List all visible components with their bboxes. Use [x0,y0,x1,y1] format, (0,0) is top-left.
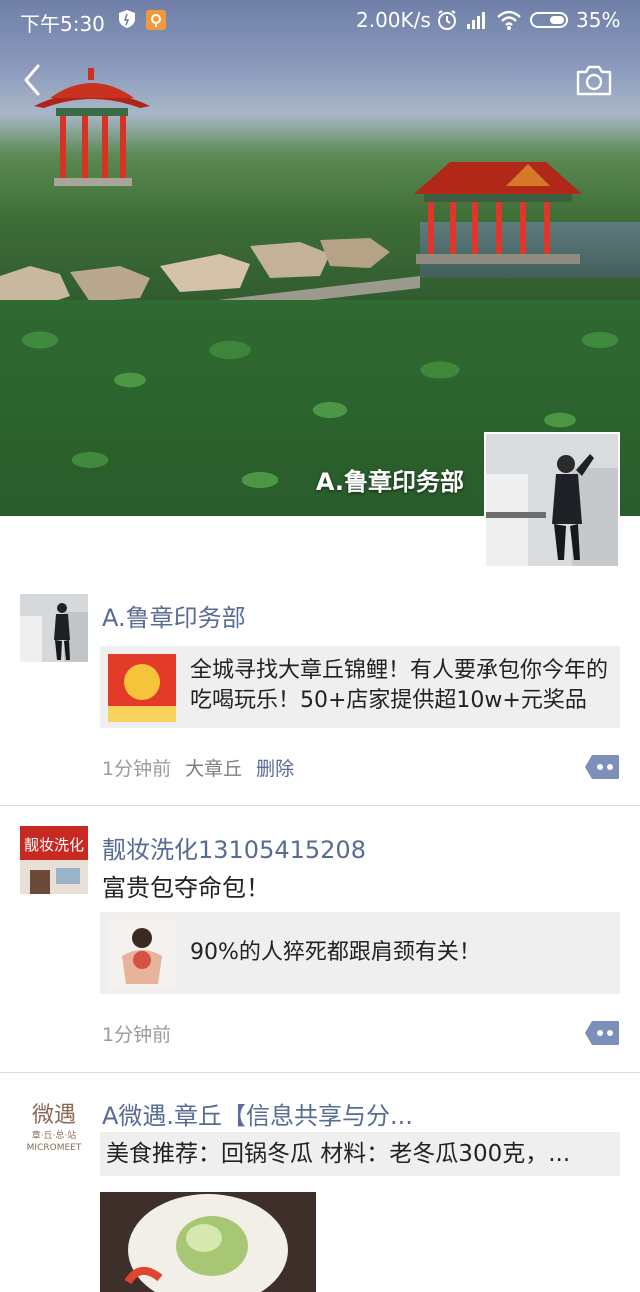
post-divider [0,805,640,806]
post-image[interactable] [100,1192,316,1292]
alarm-icon [436,9,458,36]
comment-dots-icon [585,755,619,779]
location-icon [146,10,166,30]
owner-avatar[interactable] [484,432,620,568]
status-time: 下午5:30 [20,12,105,36]
link-title: 美食推荐：回锅冬瓜 材料：老冬瓜300克，... [106,1141,571,1167]
pavilion-illustration [414,162,582,264]
person-photo [20,594,88,662]
shared-link-card[interactable]: 美食推荐：回锅冬瓜 材料：老冬瓜300克，... [100,1132,620,1176]
post-divider [0,1072,640,1073]
person-photo [486,434,618,566]
feed-post: A.鲁章印务部 全城寻找大章丘锦鲤！有人要承包你今年的吃喝玩乐！50+店家提供超… [0,594,640,806]
feed-post: 微遇 章·丘·总·站 MICROMEET A微遇.章丘【信息共享与分... 美食… [0,1094,640,1292]
link-title: 全城寻找大章丘锦鲤！有人要承包你今年的吃喝玩乐！50+店家提供超10w+元奖品 [190,658,609,713]
post-meta: 1分钟前 [102,1020,171,1047]
comment-dots-icon [585,1021,619,1045]
feed-post: 靓妆洗化 靓妆洗化13105415208 富贵包夺命包！ 90%的人猝死都跟肩颈… [0,826,640,1072]
back-button[interactable] [18,60,48,100]
status-bar: 下午5:30 2.00K/s 35% [0,0,640,40]
battery-icon [530,12,568,28]
signal-icon [466,10,488,35]
post-avatar[interactable] [20,594,88,662]
post-text: 富贵包夺命包！ [102,874,270,902]
post-time: 1分钟前 [102,1024,172,1046]
post-avatar[interactable]: 靓妆洗化 [20,826,88,894]
shared-link-card[interactable]: 全城寻找大章丘锦鲤！有人要承包你今年的吃喝玩乐！50+店家提供超10w+元奖品 [100,646,620,728]
logo-subtext-en: MICROMEET [27,1143,82,1153]
link-thumbnail [108,654,176,722]
logo-subtext: 章·丘·总·站 [32,1129,77,1141]
link-title: 90%的人猝死都跟肩颈有关！ [190,940,481,965]
shield-icon [118,9,136,34]
post-location[interactable]: 大章丘 [185,758,242,780]
camera-button[interactable] [574,62,614,98]
comment-button[interactable] [584,754,620,780]
shared-link-card[interactable]: 90%的人猝死都跟肩颈有关！ [100,912,620,994]
post-author-name[interactable]: A.鲁章印务部 [102,598,246,633]
wifi-icon [496,9,522,36]
post-time: 1分钟前 [102,758,172,780]
chevron-left-icon [24,64,40,96]
avatar-text: 靓妆洗化 [24,836,84,854]
post-meta: 1分钟前 大章丘 删除 [102,754,294,781]
food-photo [100,1192,316,1292]
post-author-name[interactable]: 靓妆洗化13105415208 [102,830,366,865]
post-avatar[interactable]: 微遇 章·丘·总·站 MICROMEET [20,1094,88,1162]
camera-icon [576,65,612,96]
micromeet-logo: 微遇 章·丘·总·站 MICROMEET [20,1094,88,1162]
logo-text: 微遇 [32,1103,76,1128]
owner-name[interactable]: A.鲁章印务部 [316,462,464,497]
battery-percent: 35% [576,8,621,32]
post-author-name[interactable]: A微遇.章丘【信息共享与分... [102,1096,413,1131]
net-speed: 2.00K/s [356,8,431,32]
comment-button[interactable] [584,1020,620,1046]
shop-photo: 靓妆洗化 [20,826,88,894]
delete-button[interactable]: 删除 [256,758,294,780]
link-thumbnail [108,920,176,988]
pavilion-illustration [34,68,150,186]
